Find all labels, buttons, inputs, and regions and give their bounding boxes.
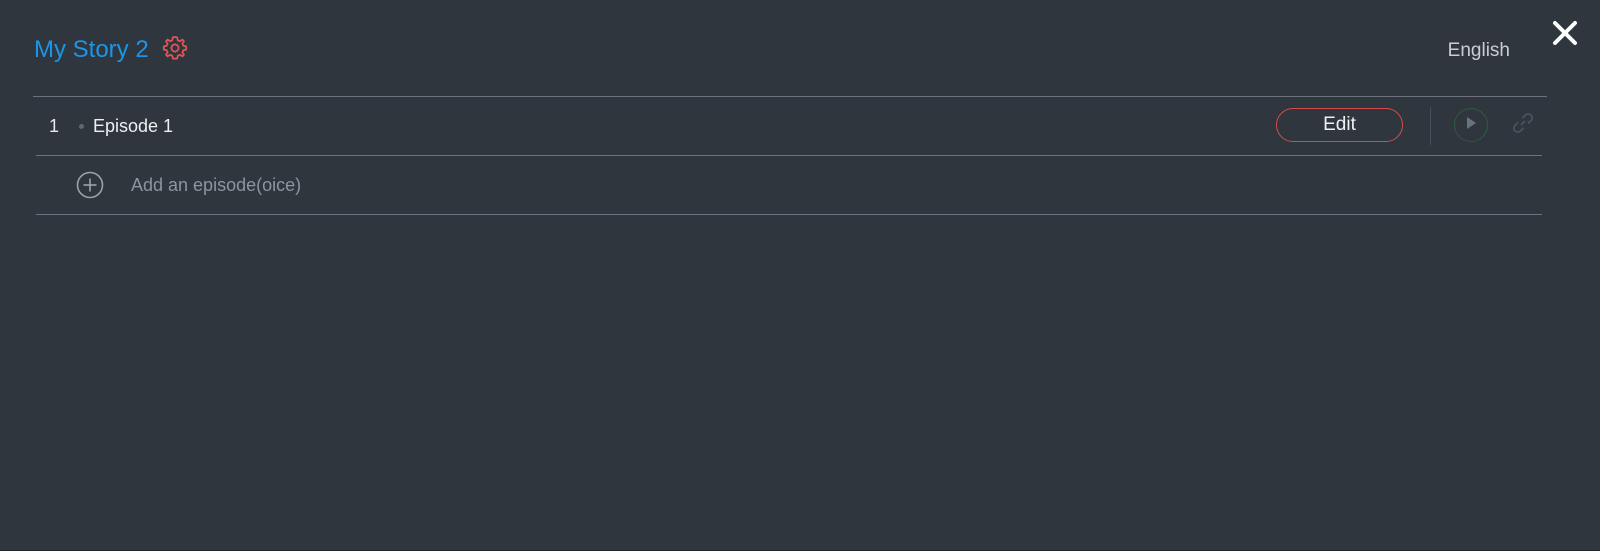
play-icon xyxy=(1464,115,1478,136)
episode-bullet xyxy=(79,124,84,129)
story-panel: My Story 2 English 1 Episode 1 Edit Add … xyxy=(0,0,1600,551)
language-selector[interactable]: English xyxy=(1448,38,1510,64)
edit-episode-button[interactable]: Edit xyxy=(1276,108,1403,142)
plus-circle-icon xyxy=(76,171,104,199)
close-button[interactable] xyxy=(1548,18,1582,52)
story-header: My Story 2 xyxy=(34,28,189,72)
add-episode-row[interactable]: Add an episode(oice) xyxy=(36,156,1542,215)
episode-name: Episode 1 xyxy=(93,116,174,136)
play-episode-button[interactable] xyxy=(1454,108,1488,142)
close-icon xyxy=(1551,19,1579,52)
action-separator xyxy=(1430,107,1431,145)
episode-row: 1 Episode 1 Edit xyxy=(36,97,1542,156)
gear-icon xyxy=(161,34,189,67)
copy-link-button[interactable] xyxy=(1510,112,1536,138)
add-episode-label: Add an episode(oice) xyxy=(131,175,302,195)
settings-button[interactable] xyxy=(161,34,189,67)
link-icon xyxy=(1511,111,1535,140)
story-title: My Story 2 xyxy=(34,36,149,63)
episode-index: 1 xyxy=(49,116,60,136)
